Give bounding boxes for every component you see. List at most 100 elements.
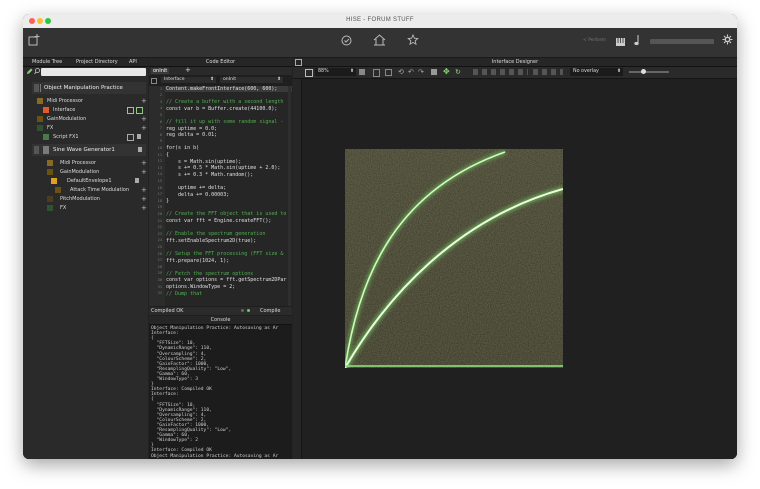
tab-module-tree[interactable]: Module Tree xyxy=(32,59,62,65)
module-color-swatch xyxy=(43,134,49,140)
console-line: Object Manipulation Practice: Autosaving… xyxy=(151,453,279,459)
volume-meter xyxy=(650,39,714,44)
code-text-area[interactable]: 1 Content.makeFrontInterface(600, 600); 2 3… xyxy=(149,86,292,306)
tree-item-midi-processor-2[interactable]: Midi Processor + xyxy=(47,159,147,168)
overlay-opacity-slider[interactable] xyxy=(629,69,669,74)
code-comment: // Dump that xyxy=(166,290,203,297)
designer-toggle-icon[interactable] xyxy=(295,59,302,66)
module-color-swatch xyxy=(47,196,53,202)
code-scrollbar[interactable] xyxy=(288,86,291,306)
edit-mode-icon[interactable] xyxy=(359,69,365,75)
code-text: const var options = fft.getSpectrum2DPar xyxy=(166,277,287,284)
popout-icon[interactable] xyxy=(127,134,134,141)
add-tab-icon[interactable]: + xyxy=(185,66,191,74)
star-icon[interactable] xyxy=(407,33,419,49)
line-number: 8 xyxy=(159,132,162,137)
note-icon[interactable] xyxy=(633,34,641,49)
line-number: 28 xyxy=(157,264,162,269)
code-line: s += 0.5 * Math.sin(uptime + 2.0); xyxy=(166,165,280,171)
module-root-sine-wave-generator[interactable]: Sine Wave Generator1 xyxy=(32,144,146,156)
tree-item-label: PitchModulation xyxy=(60,196,100,202)
popout-icon[interactable] xyxy=(151,78,157,84)
module-search-input[interactable] xyxy=(41,68,146,76)
overlay-value: No overlay xyxy=(573,69,599,74)
add-module-icon[interactable]: + xyxy=(141,204,147,212)
align-left-icon[interactable] xyxy=(431,69,437,75)
lock-icon[interactable] xyxy=(373,69,380,77)
code-text: } xyxy=(166,198,170,205)
add-module-icon[interactable]: + xyxy=(141,195,147,203)
keyboard-icon[interactable] xyxy=(616,36,625,49)
processor-select[interactable]: Interface ⬍ xyxy=(161,77,216,83)
tree-item-midi-processor[interactable]: Midi Processor + xyxy=(37,97,147,106)
slider-thumb[interactable] xyxy=(641,69,646,74)
add-module-icon[interactable]: + xyxy=(141,186,147,194)
pencil-icon[interactable] xyxy=(26,68,33,77)
code-text: options.WindowType = 2; xyxy=(166,284,236,290)
tab-project-directory[interactable]: Project Directory xyxy=(76,59,118,65)
module-color-swatch xyxy=(40,84,41,92)
tree-item-fx[interactable]: FX + xyxy=(37,124,147,133)
popout-icon[interactable] xyxy=(127,107,134,114)
expand-icon[interactable] xyxy=(305,69,313,77)
add-module-icon[interactable]: + xyxy=(141,97,147,105)
code-line: const var fft = Engine.createFFT(); xyxy=(166,218,271,224)
tab-api[interactable]: API xyxy=(129,59,137,65)
compile-status: Compiled OK xyxy=(151,308,184,314)
edit-script-icon[interactable] xyxy=(136,107,143,114)
redo-icon[interactable]: ↷ xyxy=(418,68,424,76)
code-comment: // fill it up with some random signal - xyxy=(166,119,284,125)
add-module-icon[interactable]: + xyxy=(141,159,147,167)
select-arrows-icon: ⬍ xyxy=(210,77,214,82)
line-number: 3 xyxy=(159,99,162,104)
rotate-icon[interactable]: ⟲ xyxy=(398,68,404,76)
delete-icon[interactable] xyxy=(135,178,139,183)
line-number: 1 xyxy=(159,86,162,91)
callback-select[interactable]: onInit ⬍ xyxy=(220,77,283,83)
tree-item-gain-modulation[interactable]: GainModulation + xyxy=(37,115,147,124)
line-number: 11 xyxy=(157,152,162,157)
tree-item-gain-modulation-2[interactable]: GainModulation + xyxy=(47,168,147,177)
settings-icon[interactable] xyxy=(722,34,733,48)
interface-designer-panel: Interface Designer 88% ⬍ ⟲ ↶ ↷ ✥ ↻ No ov… xyxy=(293,58,737,459)
tree-item-default-envelope[interactable]: DefaultEnvelope1 xyxy=(51,177,147,186)
delete-icon[interactable] xyxy=(137,134,141,139)
hise-window: HISE - FORUM STUFF < Perform Module Tree… xyxy=(23,14,737,459)
zoom-select[interactable]: 88% ⬍ xyxy=(315,68,356,76)
add-module-icon[interactable]: + xyxy=(141,168,147,176)
collapse-icon[interactable] xyxy=(34,84,39,92)
code-line: // Dump that xyxy=(166,291,202,297)
designer-toolbar: 88% ⬍ ⟲ ↶ ↷ ✥ ↻ No overlay ⬍ xyxy=(293,67,737,79)
add-module-icon[interactable]: + xyxy=(141,115,147,123)
tree-item-fx-2[interactable]: FX + xyxy=(47,204,147,213)
undo-icon[interactable]: ↶ xyxy=(408,68,414,76)
collapse-icon[interactable] xyxy=(34,146,39,154)
pan-icon[interactable]: ↻ xyxy=(455,68,461,76)
interface-preview-canvas[interactable] xyxy=(345,149,563,368)
compile-button[interactable]: Compile xyxy=(260,308,280,314)
add-module-icon[interactable]: + xyxy=(141,124,147,132)
move-icon[interactable]: ✥ xyxy=(443,67,450,76)
tree-item-interface[interactable]: Interface xyxy=(43,106,147,115)
home-icon[interactable] xyxy=(373,34,386,49)
code-text: reg delta = 0.01; xyxy=(166,132,218,139)
file-tab[interactable]: onInit xyxy=(151,68,170,74)
module-root-object-manipulation[interactable]: Object Manipulation Practice xyxy=(32,82,146,94)
code-line: } xyxy=(166,198,169,204)
console-output[interactable]: Object Manipulation Practice: Autosaving… xyxy=(149,325,292,459)
align-icons[interactable] xyxy=(473,69,528,75)
module-color-swatch xyxy=(37,98,43,104)
module-color-swatch xyxy=(51,178,57,184)
add-window-icon[interactable] xyxy=(28,34,40,49)
tree-item-script-fx1[interactable]: Script FX1 xyxy=(43,133,147,142)
overlay-select[interactable]: No overlay ⬍ xyxy=(570,68,623,76)
distribute-icons[interactable] xyxy=(533,69,563,75)
tree-item-attack-time-modulation[interactable]: Attack Time Modulation + xyxy=(55,186,147,195)
delete-icon[interactable] xyxy=(138,147,142,152)
compile-icon[interactable] xyxy=(341,35,352,49)
code-line: const var options = fft.getSpectrum2DPar xyxy=(166,277,286,283)
tree-item-label: GainModulation xyxy=(47,116,87,122)
copy-icon[interactable] xyxy=(385,69,392,76)
line-number: 9 xyxy=(159,139,162,144)
tree-item-pitch-modulation[interactable]: PitchModulation + xyxy=(47,195,147,204)
